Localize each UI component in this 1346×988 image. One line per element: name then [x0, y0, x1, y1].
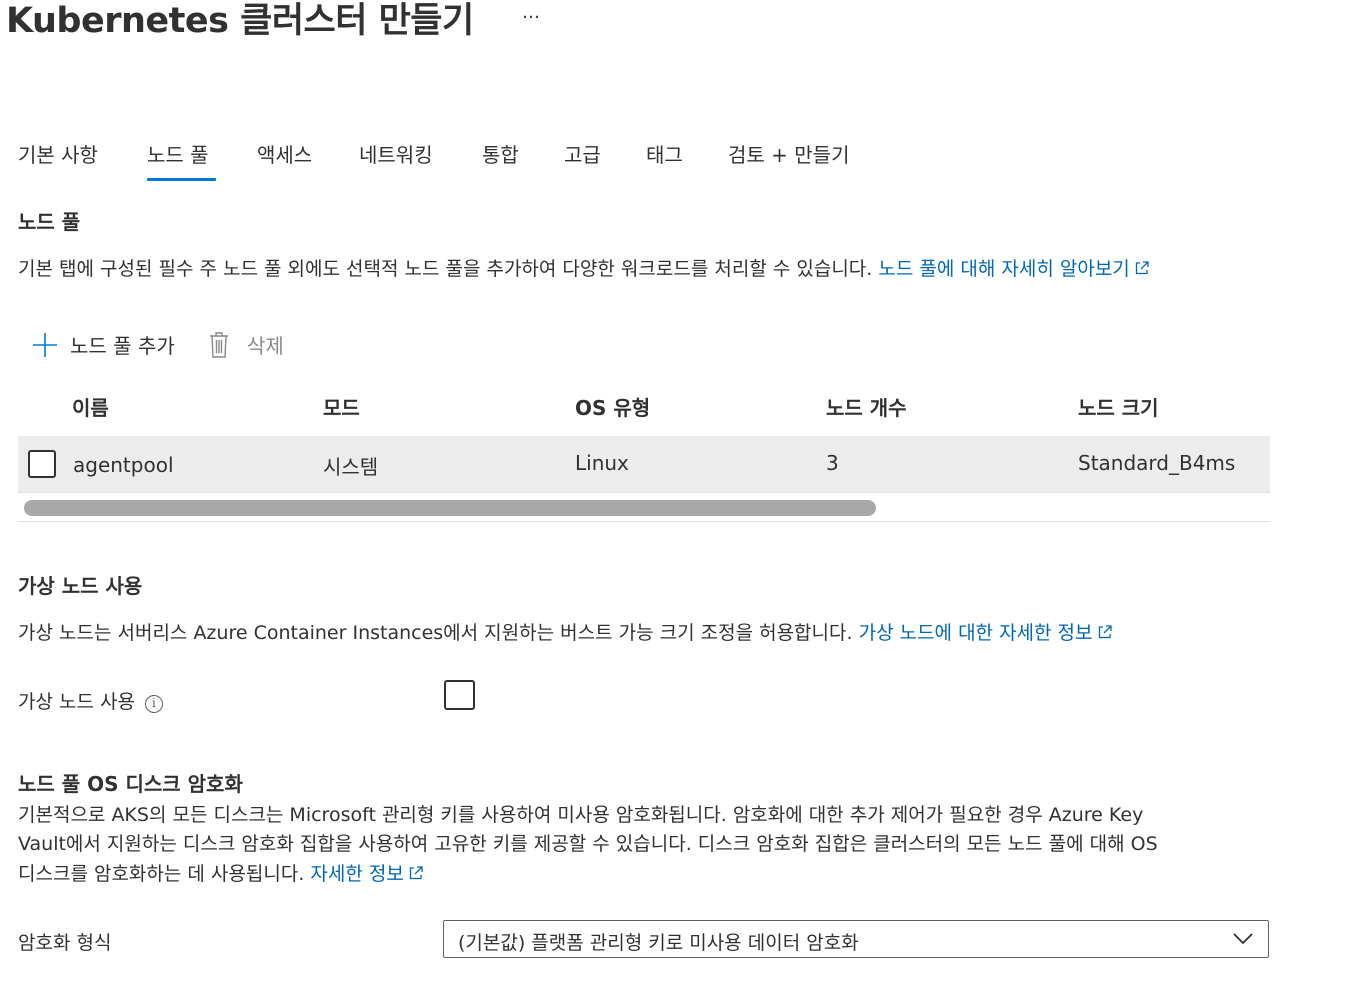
tab-basics[interactable]: 기본 사항	[18, 139, 98, 168]
node-pools-learn-more-text[interactable]: 노드 풀에 대해 자세히 알아보기	[878, 258, 1129, 280]
virtual-nodes-heading: 가상 노드 사용	[18, 574, 143, 598]
virtual-nodes-label-text: 가상 노드 사용	[18, 691, 135, 713]
column-header-name[interactable]: 이름	[72, 392, 109, 421]
encryption-type-value: (기본값) 플랫폼 관리형 키로 미사용 데이터 암호화	[458, 932, 859, 954]
external-link-icon	[1135, 261, 1149, 275]
tab-node-pools[interactable]: 노드 풀	[147, 139, 209, 168]
virtual-nodes-description: 가상 노드는 서버리스 Azure Container Instances에서 …	[18, 618, 1113, 645]
column-header-node-count[interactable]: 노드 개수	[826, 392, 907, 421]
page-title: Kubernetes 클러스터 만들기	[6, 1, 474, 41]
node-pool-size: Standard_B4ms	[1078, 451, 1236, 475]
node-pool-os: Linux	[575, 451, 629, 475]
tab-tags[interactable]: 태그	[646, 139, 683, 168]
more-options-icon[interactable]: …	[522, 2, 540, 23]
encryption-type-dropdown[interactable]: (기본값) 플랫폼 관리형 키로 미사용 데이터 암호화	[443, 920, 1269, 958]
virtual-nodes-description-text: 가상 노드는 서버리스 Azure Container Instances에서 …	[18, 622, 853, 644]
encryption-description-line2: Vault에서 지원하는 디스크 암호화 집합을 사용하여 고유한 키를 제공할…	[18, 833, 1158, 855]
column-header-mode[interactable]: 모드	[323, 392, 360, 421]
node-pool-name-link[interactable]: agentpool	[73, 453, 174, 477]
delete-label: 삭제	[247, 334, 284, 358]
plus-icon	[33, 332, 57, 357]
virtual-nodes-field-label: 가상 노드 사용 i	[18, 687, 163, 714]
tab-review-create[interactable]: 검토 + 만들기	[728, 139, 849, 168]
encryption-type-label: 암호화 형식	[18, 932, 112, 954]
enable-virtual-nodes-checkbox[interactable]	[444, 680, 475, 710]
encryption-description-line1: 기본적으로 AKS의 모든 디스크는 Microsoft 관리형 키를 사용하여…	[18, 804, 1144, 826]
encryption-heading: 노드 풀 OS 디스크 암호화	[18, 772, 243, 796]
encryption-description-line3-text: 디스크를 암호화하는 데 사용됩니다.	[18, 863, 305, 885]
row-select-checkbox[interactable]	[28, 450, 56, 478]
tab-integrations[interactable]: 통합	[482, 139, 519, 168]
info-icon[interactable]: i	[144, 695, 163, 713]
delete-button[interactable]: 삭제	[207, 330, 284, 359]
tab-networking[interactable]: 네트워킹	[359, 139, 433, 168]
encryption-learn-more-link[interactable]: 자세한 정보	[310, 863, 423, 885]
external-link-icon	[409, 866, 423, 880]
node-pool-mode: 시스템	[323, 455, 379, 479]
active-tab-indicator	[147, 178, 216, 181]
node-pools-learn-more-link[interactable]: 노드 풀에 대해 자세히 알아보기	[878, 258, 1149, 280]
tab-access[interactable]: 액세스	[257, 139, 312, 168]
virtual-nodes-learn-more-text[interactable]: 가상 노드에 대한 자세한 정보	[859, 622, 1093, 644]
node-pool-count: 3	[826, 451, 839, 475]
column-header-os-type[interactable]: OS 유형	[575, 392, 650, 421]
column-header-node-size[interactable]: 노드 크기	[1078, 392, 1159, 421]
tab-advanced[interactable]: 고급	[564, 139, 601, 168]
add-node-pool-button[interactable]: 노드 풀 추가	[32, 330, 175, 359]
trash-icon	[210, 331, 228, 358]
chevron-down-icon	[1233, 933, 1253, 945]
node-pools-description-text: 기본 탭에 구성된 필수 주 노드 풀 외에도 선택적 노드 풀을 추가하여 다…	[18, 258, 873, 280]
encryption-learn-more-text[interactable]: 자세한 정보	[310, 863, 403, 885]
external-link-icon	[1098, 625, 1112, 639]
node-pools-description: 기본 탭에 구성된 필수 주 노드 풀 외에도 선택적 노드 풀을 추가하여 다…	[18, 254, 1150, 281]
node-pools-heading: 노드 풀	[18, 210, 81, 234]
table-scrollbar-thumb[interactable]	[24, 500, 876, 516]
virtual-nodes-learn-more-link[interactable]: 가상 노드에 대한 자세한 정보	[859, 622, 1113, 644]
add-node-pool-label: 노드 풀 추가	[70, 334, 175, 358]
encryption-description-line3: 디스크를 암호화하는 데 사용됩니다. 자세한 정보	[18, 859, 424, 886]
